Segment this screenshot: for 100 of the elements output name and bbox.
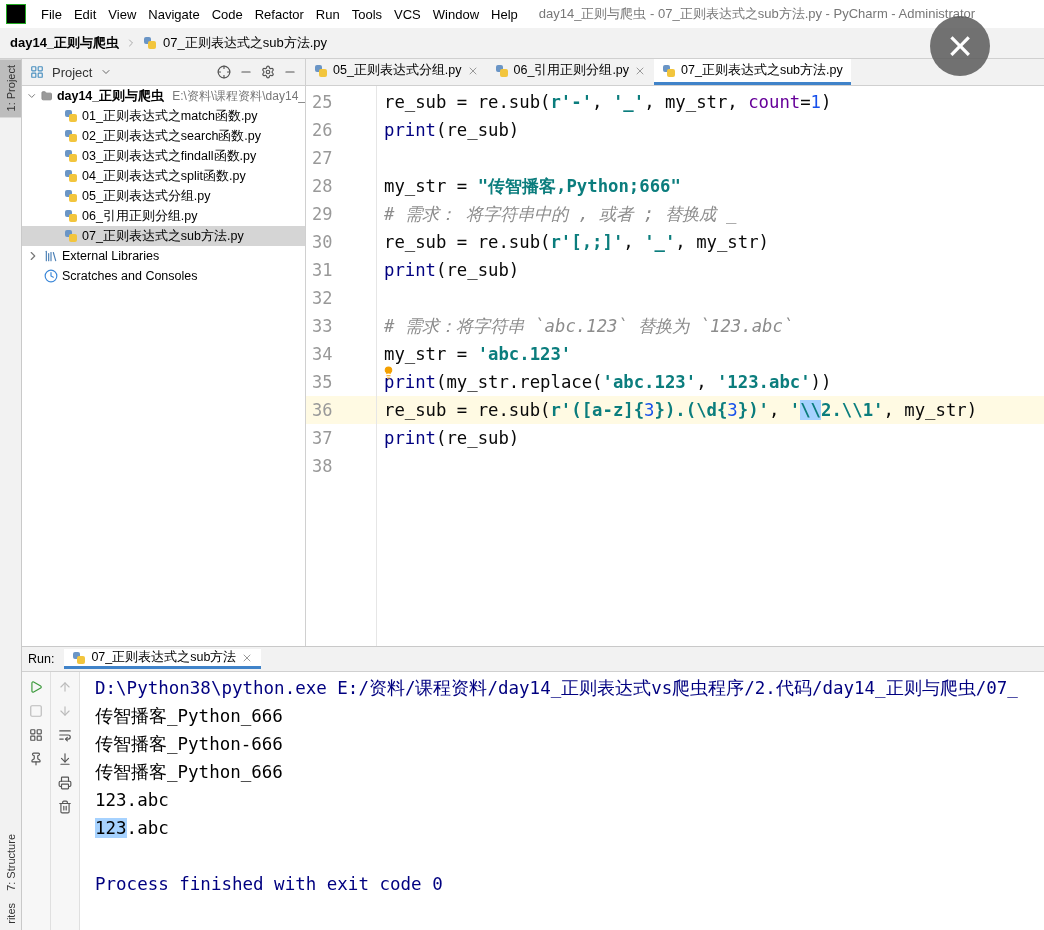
breadcrumb-item[interactable]: 07_正则表达式之sub方法.py: [163, 34, 328, 52]
tree-item-label: 07_正则表达式之sub方法.py: [82, 227, 244, 245]
editor-tab[interactable]: 05_正则表达式分组.py: [306, 59, 487, 85]
console-line: 传智播客_Python_666: [95, 705, 284, 728]
menu-item[interactable]: Refactor: [249, 4, 309, 24]
code-line: # 需求：将字符串 `abc.123` 替换为 `123.abc`: [383, 315, 795, 338]
run-tab[interactable]: 07_正则表达式之sub方法: [64, 649, 262, 669]
scratches-icon: [44, 269, 58, 283]
locate-icon[interactable]: [217, 65, 231, 79]
code-line: print(my_str.replace('abc.123', '123.abc')): [377, 368, 1044, 396]
scroll-to-end-icon[interactable]: [58, 752, 72, 766]
line-number: 26: [311, 119, 334, 142]
line-number: 32: [311, 287, 334, 310]
tree-item[interactable]: 01_正则表达式之match函数.py: [22, 106, 305, 126]
project-view-icon: [30, 65, 44, 79]
run-icon[interactable]: [29, 680, 43, 694]
python-file-icon: [64, 209, 78, 223]
code-line: # 需求： 将字符串中的 , 或者 ; 替换成 _: [383, 203, 738, 226]
tree-item[interactable]: 06_引用正则分组.py: [22, 206, 305, 226]
tree-item-label: 01_正则表达式之match函数.py: [82, 107, 258, 125]
console-line: D:\Python38\python.exe E:/资料/课程资料/day14_正则表达式vs爬虫程序/2.代码/day14_正则与爬虫/07_: [95, 677, 1019, 700]
up-arrow-icon[interactable]: [58, 680, 72, 694]
menu-item[interactable]: File: [36, 4, 67, 24]
python-file-icon: [64, 109, 78, 123]
console-line: 123.abc: [95, 817, 170, 840]
line-number: 31: [311, 259, 334, 282]
line-number: 35: [311, 371, 334, 394]
python-file-icon: [64, 189, 78, 203]
tree-item-label: External Libraries: [62, 249, 160, 263]
tree-item[interactable]: 07_正则表达式之sub方法.py: [22, 226, 305, 246]
line-number: 37: [311, 427, 334, 450]
tree-item[interactable]: 02_正则表达式之search函数.py: [22, 126, 305, 146]
tool-window-tab[interactable]: 1: Project: [0, 59, 21, 118]
line-number: 25: [311, 91, 334, 114]
line-number: 38: [311, 455, 334, 478]
menu-item[interactable]: Navigate: [143, 4, 205, 24]
editor-tab[interactable]: 07_正则表达式之sub方法.py: [654, 59, 851, 85]
code-line: my_str = "传智播客,Python;666": [383, 175, 682, 198]
line-number: 28: [311, 175, 334, 198]
folder-path: E:\资料\课程资料\day14_: [172, 87, 305, 105]
menu-item[interactable]: Window: [427, 4, 485, 24]
menu-item[interactable]: Edit: [68, 4, 102, 24]
python-file-icon: [64, 149, 78, 163]
menu-item[interactable]: Tools: [346, 4, 388, 24]
run-label: Run:: [28, 652, 55, 666]
line-number: 33: [311, 315, 334, 338]
tree-item[interactable]: External Libraries: [22, 246, 305, 266]
line-number: 30: [311, 231, 334, 254]
code-line: print(re_sub): [383, 119, 521, 142]
folder-icon: [41, 89, 53, 103]
pin-icon[interactable]: [29, 752, 43, 766]
tree-item-label: 02_正则表达式之search函数.py: [82, 127, 262, 145]
code-line: re_sub = re.sub(r'-', '_', my_str, count=1): [383, 91, 833, 114]
tool-window-tab[interactable]: rites: [0, 897, 21, 930]
tool-window-tab[interactable]: 7: Structure: [0, 828, 21, 898]
tree-item-label: 03_正则表达式之findall函数.py: [82, 147, 257, 165]
console-line: 传智播客_Python_666: [95, 761, 284, 784]
trash-icon[interactable]: [58, 800, 72, 814]
console-line: 传智播客_Python-666: [95, 733, 284, 756]
library-icon: [44, 249, 58, 263]
tree-item-label: 05_正则表达式分组.py: [82, 187, 211, 205]
tree-item[interactable]: 03_正则表达式之findall函数.py: [22, 146, 305, 166]
menu-item[interactable]: Run: [310, 4, 345, 24]
settings-icon[interactable]: [261, 65, 275, 79]
line-number: 36: [306, 396, 376, 424]
python-file-icon: [64, 169, 78, 183]
panel-title[interactable]: Project: [52, 64, 93, 80]
code-line: print(re_sub): [383, 259, 521, 282]
down-arrow-icon[interactable]: [58, 704, 72, 718]
python-file-icon: [494, 63, 509, 78]
code-line: re_sub = re.sub(r'[,;]', '_', my_str): [383, 231, 770, 254]
code-line: print(re_sub): [383, 427, 521, 450]
code-line: my_str = 'abc.123': [383, 343, 573, 366]
python-file-icon: [64, 229, 78, 243]
python-file-icon: [662, 63, 677, 78]
tree-item-label: 04_正则表达式之split函数.py: [82, 167, 246, 185]
tree-item-label: 06_引用正则分组.py: [82, 207, 198, 225]
soft-wrap-icon[interactable]: [58, 728, 72, 742]
console-line: Process finished with exit code 0: [95, 873, 444, 896]
python-file-icon: [72, 650, 87, 665]
editor-tab[interactable]: 06_引用正则分组.py: [486, 59, 655, 85]
line-number: 27: [311, 147, 334, 170]
menu-item[interactable]: VCS: [389, 4, 426, 24]
line-number: 34: [311, 343, 334, 366]
tree-item[interactable]: 05_正则表达式分组.py: [22, 186, 305, 206]
tree-item-label: day14_正则与爬虫: [56, 87, 165, 105]
print-icon[interactable]: [58, 776, 72, 790]
menu-item[interactable]: Code: [206, 4, 248, 24]
tree-item[interactable]: day14_正则与爬虫 E:\资料\课程资料\day14_: [22, 86, 305, 106]
console-line: 123.abc: [95, 789, 170, 812]
python-file-icon: [314, 63, 328, 78]
line-number: 29: [311, 203, 334, 226]
stop-icon[interactable]: [29, 704, 43, 718]
python-file-icon: [143, 36, 158, 50]
python-file-icon: [64, 129, 78, 143]
tree-item[interactable]: Scratches and Consoles: [22, 266, 305, 286]
tree-item[interactable]: 04_正则表达式之split函数.py: [22, 166, 305, 186]
breadcrumb-item[interactable]: day14_正则与爬虫: [10, 34, 120, 52]
menu-item[interactable]: Help: [486, 4, 523, 24]
menu-item[interactable]: View: [103, 4, 142, 24]
